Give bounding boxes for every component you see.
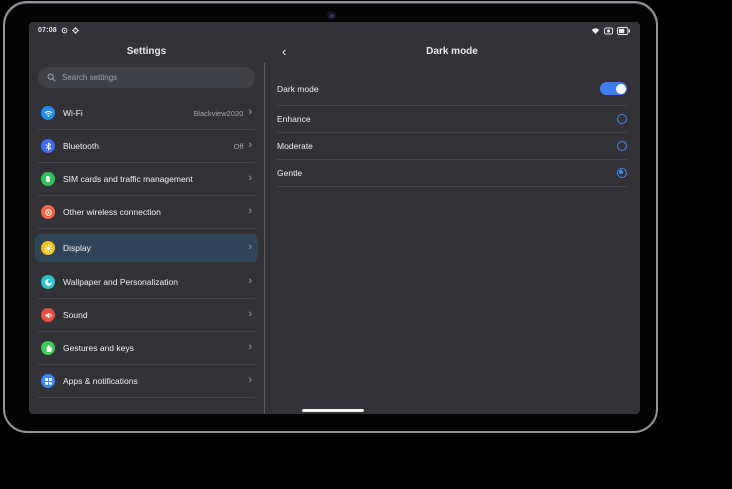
wifi-status-icon bbox=[591, 27, 600, 35]
toggle-knob bbox=[616, 84, 626, 94]
panel-divider bbox=[264, 63, 265, 414]
status-bar: 07:08 bbox=[29, 22, 640, 39]
item-label: Wi-Fi bbox=[63, 108, 193, 118]
page-title: Dark mode bbox=[426, 46, 478, 57]
chevron-right-icon: › bbox=[248, 276, 252, 287]
dark-mode-toggle[interactable] bbox=[600, 82, 627, 95]
gestures-icon bbox=[41, 341, 55, 355]
dark-mode-label: Dark mode bbox=[277, 84, 319, 94]
chevron-right-icon: › bbox=[248, 173, 252, 184]
option-label: Gentle bbox=[277, 168, 302, 178]
chevron-right-icon: › bbox=[248, 309, 252, 320]
item-label: Apps & notifications bbox=[63, 376, 248, 386]
clock: 07:08 bbox=[38, 27, 57, 34]
sound-icon bbox=[41, 308, 55, 322]
item-value: Blackview2020 bbox=[193, 109, 243, 118]
settings-item-bluetooth[interactable]: BluetoothOff › bbox=[38, 130, 255, 163]
front-camera-icon bbox=[327, 11, 336, 20]
option-moderate[interactable]: Moderate bbox=[277, 133, 627, 160]
settings-item-sound[interactable]: Sound› bbox=[38, 299, 255, 332]
chevron-right-icon: › bbox=[248, 375, 252, 386]
settings-item-wallpaper-and-personalization[interactable]: Wallpaper and Personalization› bbox=[38, 266, 255, 299]
item-label: Gestures and keys bbox=[63, 343, 248, 353]
search-icon bbox=[47, 73, 56, 82]
dark-mode-toggle-row[interactable]: Dark mode bbox=[277, 72, 627, 106]
settings-title: Settings bbox=[38, 39, 255, 64]
item-label: Other wireless connection bbox=[63, 207, 248, 217]
chevron-right-icon: › bbox=[248, 342, 252, 353]
wallpaper-icon bbox=[41, 275, 55, 289]
radio-moderate[interactable] bbox=[617, 141, 627, 151]
settings-panel: Settings Search settings Wi-FiBlackview2… bbox=[29, 39, 264, 414]
dark-mode-options: Enhance Moderate Gentle bbox=[277, 106, 627, 187]
display-icon bbox=[41, 241, 55, 255]
settings-item-gestures-and-keys[interactable]: Gestures and keys› bbox=[38, 332, 255, 365]
settings-item-sim-cards-and-traffic-management[interactable]: SIM cards and traffic management› bbox=[38, 163, 255, 196]
item-value: Off bbox=[233, 142, 243, 151]
wifi-icon bbox=[41, 106, 55, 120]
item-label: Display bbox=[63, 243, 248, 253]
settings-item-wi-fi[interactable]: Wi-FiBlackview2020 › bbox=[38, 97, 255, 130]
back-button[interactable]: ‹ bbox=[282, 39, 286, 64]
chevron-right-icon: › bbox=[248, 140, 252, 151]
item-label: Wallpaper and Personalization bbox=[63, 277, 248, 287]
chevron-right-icon: › bbox=[248, 242, 252, 253]
settings-item-display[interactable]: Display› bbox=[35, 234, 258, 262]
search-input[interactable]: Search settings bbox=[38, 67, 255, 88]
option-gentle[interactable]: Gentle bbox=[277, 160, 627, 187]
settings-gear-icon bbox=[72, 27, 79, 34]
radio-enhance[interactable] bbox=[617, 114, 627, 124]
radio-gentle[interactable] bbox=[617, 168, 627, 178]
option-label: Moderate bbox=[277, 141, 313, 151]
apps-icon bbox=[41, 374, 55, 388]
battery-icon bbox=[617, 27, 630, 35]
chevron-right-icon: › bbox=[248, 206, 252, 217]
settings-item-apps-notifications[interactable]: Apps & notifications› bbox=[38, 365, 255, 398]
background: 07:08 bbox=[0, 0, 732, 489]
tablet-device-frame: 07:08 bbox=[3, 1, 658, 433]
dark-mode-panel: ‹ Dark mode Dark mode Enhance Moderate Gen… bbox=[264, 39, 640, 414]
screen-capture-icon bbox=[604, 27, 613, 35]
option-enhance[interactable]: Enhance bbox=[277, 106, 627, 133]
item-label: Sound bbox=[63, 310, 248, 320]
data-saver-icon bbox=[61, 27, 68, 34]
wireless-icon bbox=[41, 205, 55, 219]
search-placeholder: Search settings bbox=[62, 73, 117, 82]
item-label: SIM cards and traffic management bbox=[63, 174, 248, 184]
option-label: Enhance bbox=[277, 114, 311, 124]
sim-icon bbox=[41, 172, 55, 186]
home-indicator[interactable] bbox=[302, 409, 364, 412]
screen: 07:08 bbox=[29, 22, 640, 414]
bluetooth-icon bbox=[41, 139, 55, 153]
chevron-right-icon: › bbox=[248, 107, 252, 118]
settings-list: Wi-FiBlackview2020›BluetoothOff›SIM card… bbox=[38, 97, 255, 398]
item-label: Bluetooth bbox=[63, 141, 233, 151]
settings-item-other-wireless-connection[interactable]: Other wireless connection› bbox=[38, 196, 255, 229]
